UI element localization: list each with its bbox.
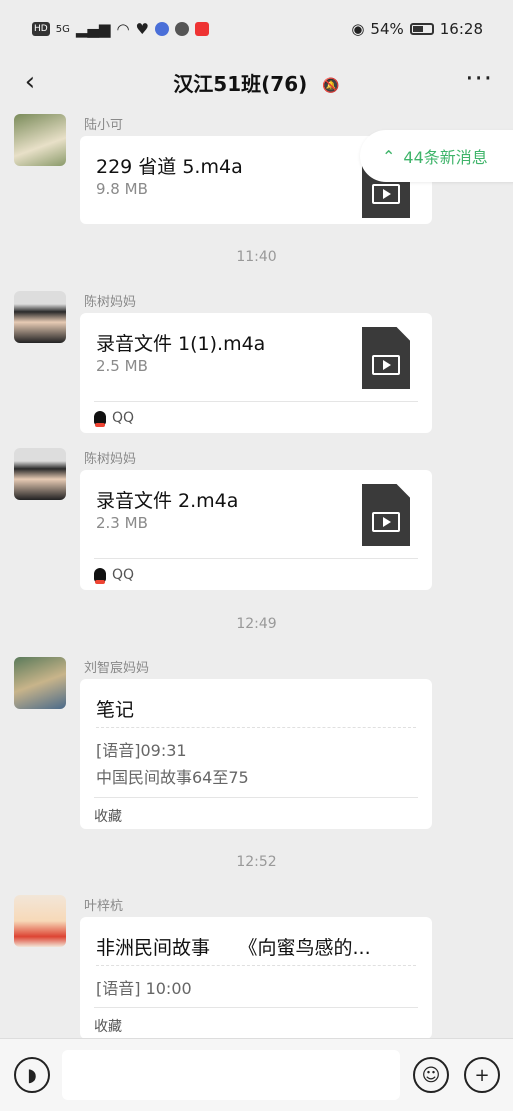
battery-percent: 54% (370, 20, 404, 38)
file-size: 2.3 MB (96, 514, 148, 532)
file-name: 录音文件 2.m4a (96, 490, 239, 512)
divider (96, 727, 416, 728)
divider (96, 965, 416, 966)
plus-button[interactable]: + (464, 1057, 500, 1093)
file-name: 229 省道 5.m4a (96, 156, 243, 178)
signal-indicator: 5G (55, 23, 70, 35)
status-left: HD 5G ▂▄▆ ◠ ♥ (32, 20, 209, 38)
bell-off-icon: 🔕 (322, 77, 340, 94)
file-source: QQ (94, 401, 418, 427)
note-line: 中国民间故事64至75 (96, 768, 249, 787)
file-source: QQ (94, 558, 418, 584)
message-input[interactable] (62, 1050, 400, 1100)
battery-icon (409, 23, 434, 35)
source-label: QQ (112, 567, 135, 583)
app-icon (174, 22, 189, 36)
timestamp: 11:40 (236, 249, 277, 265)
new-messages-button[interactable]: ⌃ 44条新消息 (360, 130, 513, 182)
emoji-icon: ☺ (421, 1064, 441, 1086)
chat-header: ‹ 汉江51班(76) 🔕 ··· (0, 58, 513, 106)
avatar[interactable] (14, 657, 66, 709)
favorite-footer: 收藏 (94, 1007, 418, 1036)
plus-icon: + (474, 1064, 490, 1086)
timestamp: 12:52 (236, 854, 277, 870)
chat-title-wrap: 汉江51班(76) 🔕 (0, 68, 513, 97)
status-right: ◉ 54% 16:28 (351, 20, 483, 38)
video-file-icon (362, 327, 410, 389)
note-line: [语音]09:31 (96, 741, 187, 760)
double-chevron-up-icon: ⌃ (382, 146, 396, 166)
message: 陈树妈妈 录音文件 1(1).m4a 2.5 MB QQ (14, 291, 504, 436)
sender-name: 陈树妈妈 (84, 452, 137, 467)
chat-area[interactable]: 陆小可 229 省道 5.m4a 9.8 MB 11:40 陈树妈妈 录音文件 … (0, 106, 513, 1038)
qq-icon (94, 568, 106, 584)
message: 叶梓杭 非洲民间故事 《向蜜鸟感的... [语音] 10:00 收藏 (14, 895, 504, 1038)
heart-icon: ♥ (135, 20, 149, 38)
qq-icon (94, 411, 106, 427)
emoji-button[interactable]: ☺ (413, 1057, 449, 1093)
source-label: QQ (112, 410, 135, 426)
sender-name: 陆小可 (84, 118, 124, 133)
input-bar: ◗ ☺ + (0, 1038, 513, 1111)
file-name: 录音文件 1(1).m4a (96, 333, 266, 355)
notification-app-icon (194, 22, 209, 36)
note-line: [语音] 10:00 (96, 979, 192, 998)
voice-icon: ◗ (27, 1064, 37, 1086)
note-bubble[interactable]: 笔记 [语音]09:31 中国民间故事64至75 收藏 (80, 679, 432, 829)
timestamp: 12:49 (236, 616, 277, 632)
avatar[interactable] (14, 114, 66, 166)
signal-icon: ▂▄▆ (75, 20, 111, 38)
sender-name: 叶梓杭 (84, 899, 124, 914)
file-bubble[interactable]: 录音文件 1(1).m4a 2.5 MB QQ (80, 313, 432, 433)
message: 刘智宸妈妈 笔记 [语音]09:31 中国民间故事64至75 收藏 (14, 657, 504, 832)
clock: 16:28 (439, 20, 483, 38)
note-title: 笔记 (96, 699, 135, 721)
note-title: 非洲民间故事 《向蜜鸟感的... (96, 937, 371, 959)
eye-icon: ◉ (351, 20, 365, 38)
favorite-footer: 收藏 (94, 797, 418, 826)
chat-title: 汉江51班(76) (173, 72, 308, 96)
voice-button[interactable]: ◗ (14, 1057, 50, 1093)
message: 陈树妈妈 录音文件 2.m4a 2.3 MB QQ (14, 448, 504, 593)
note-bubble[interactable]: 非洲民间故事 《向蜜鸟感的... [语音] 10:00 收藏 (80, 917, 432, 1038)
status-bar: HD 5G ▂▄▆ ◠ ♥ ◉ 54% 16:28 (0, 0, 513, 58)
music-app-icon (154, 22, 169, 36)
sender-name: 陈树妈妈 (84, 295, 137, 310)
avatar[interactable] (14, 291, 66, 343)
file-size: 2.5 MB (96, 357, 148, 375)
file-bubble[interactable]: 录音文件 2.m4a 2.3 MB QQ (80, 470, 432, 590)
file-size: 9.8 MB (96, 180, 148, 198)
video-file-icon (362, 484, 410, 546)
sender-name: 刘智宸妈妈 (84, 661, 150, 676)
avatar[interactable] (14, 448, 66, 500)
avatar[interactable] (14, 895, 66, 947)
wifi-icon: ◠ (116, 20, 130, 38)
more-button[interactable]: ··· (465, 64, 493, 94)
hd-badge: HD (32, 22, 50, 36)
new-messages-label: 44条新消息 (403, 148, 488, 167)
